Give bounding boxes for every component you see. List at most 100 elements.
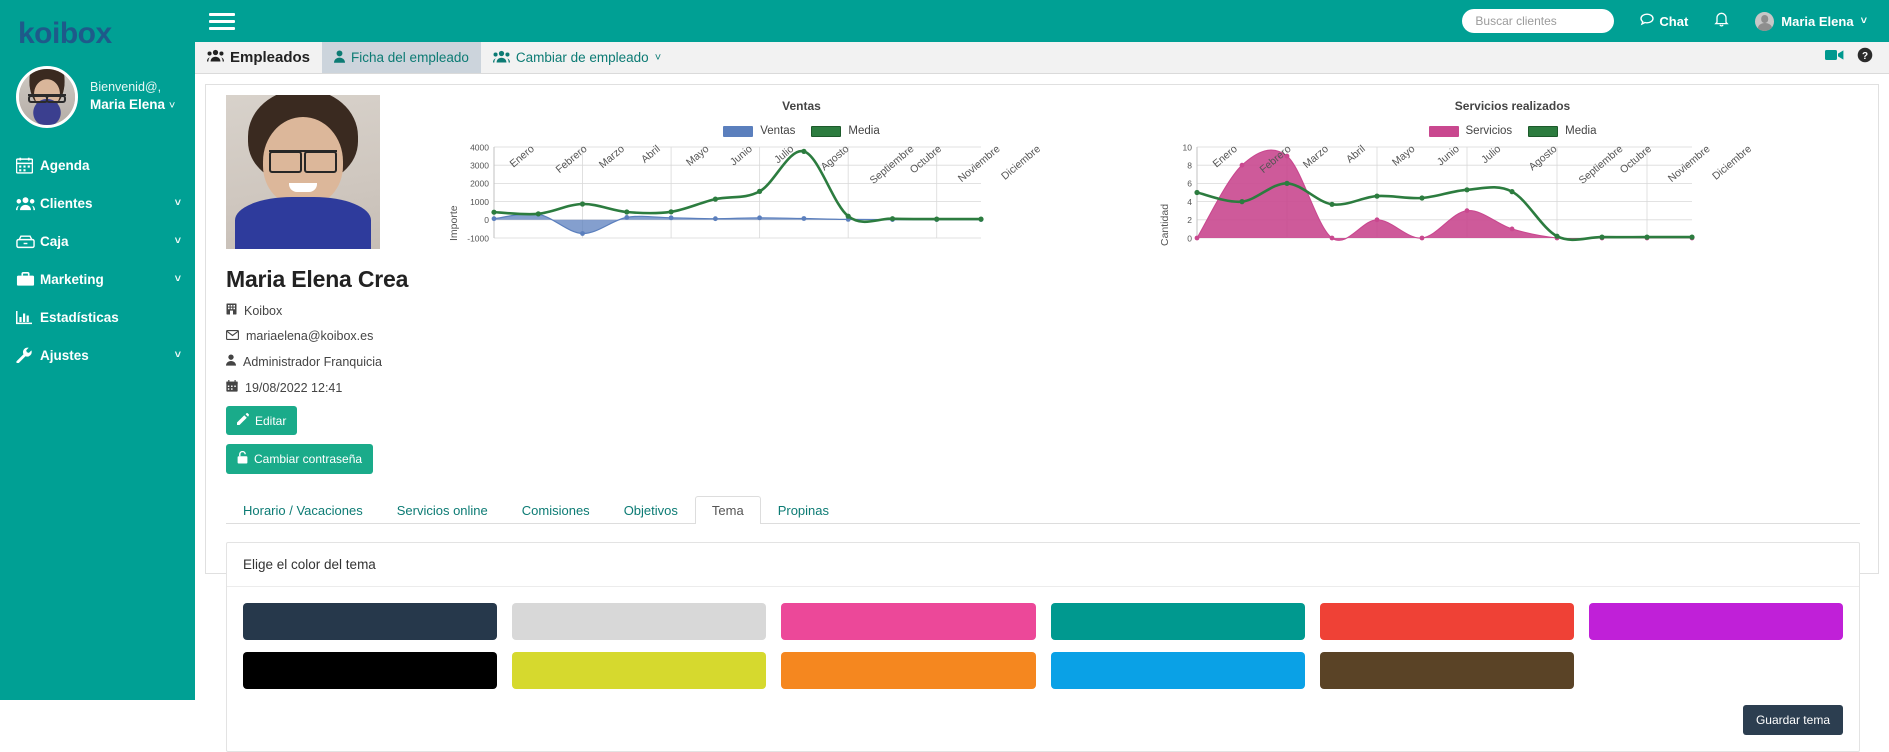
sidebar-item-caja[interactable]: Caja ˅ — [0, 222, 195, 260]
bell-icon[interactable] — [1714, 11, 1729, 32]
main-panel: Maria Elena Crea Koibox mariaelena@koibo… — [205, 84, 1879, 752]
svg-text:1000: 1000 — [470, 197, 489, 207]
sidebar-user-name[interactable]: Maria Elena ˅ — [90, 96, 175, 114]
profile-email: mariaelena@koibox.es — [246, 329, 374, 343]
change-password-button[interactable]: Cambiar contraseña — [226, 444, 374, 474]
sidebar-item-label: Caja — [40, 233, 69, 249]
module-bar-right: ? — [1825, 42, 1889, 73]
x-axis-tick-label: Julio — [1479, 143, 1504, 167]
chevron-down-icon: ˅ — [174, 349, 181, 361]
x-axis-tick-label: Febrero — [1257, 143, 1294, 176]
x-axis-tick-label: Junio — [1434, 143, 1462, 169]
tab-objetivos[interactable]: Objetivos — [607, 496, 695, 524]
theme-swatch[interactable] — [243, 603, 498, 640]
modtab-ficha-del-empleado[interactable]: Ficha del empleado — [322, 42, 481, 73]
x-axis-labels: Enero Febrero Marzo Abril Mayo Junio Julio Agos… — [446, 141, 1157, 196]
welcome-text: Bienvenid@, — [90, 80, 162, 95]
brand-logo[interactable]: koibox — [0, 0, 195, 56]
charts-area: Ventas Ventas Media Importe -1000 0 1000… — [446, 95, 1878, 474]
theme-swatch[interactable] — [1588, 603, 1843, 640]
user-menu-label: Maria Elena — [1781, 13, 1854, 29]
x-axis-tick-label: Marzo — [1300, 143, 1331, 171]
save-theme-button[interactable]: Guardar tema — [1742, 705, 1843, 735]
x-axis-tick-label: Abril — [1343, 143, 1368, 166]
edit-button[interactable]: Editar — [226, 406, 298, 435]
x-axis-tick-label: Agosto — [818, 143, 852, 174]
modtab-empleados[interactable]: Empleados — [195, 42, 322, 73]
chart-plot: Importe -1000 0 1000 2000 3000 4000 Enero Febr… — [446, 141, 1157, 246]
x-axis-tick-label: Agosto — [1526, 143, 1560, 174]
legend-item[interactable]: Media — [811, 125, 880, 137]
modtab-label: Empleados — [230, 49, 311, 66]
chart-legend: Ventas Media — [446, 125, 1157, 137]
theme-swatches — [227, 587, 1859, 705]
legend-item[interactable]: Servicios — [1428, 125, 1512, 137]
search-input[interactable] — [1462, 9, 1615, 33]
x-axis-tick-label: Diciembre — [1710, 143, 1754, 183]
svg-text:-1000: -1000 — [467, 233, 489, 243]
avatar — [1755, 11, 1775, 31]
theme-swatch[interactable] — [781, 603, 1036, 640]
profile-role-row: Administrador Franquicia — [226, 354, 446, 369]
y-axis-label: Importe — [448, 205, 460, 241]
tab-comisiones[interactable]: Comisiones — [505, 496, 607, 524]
lock-icon — [237, 450, 248, 467]
theme-swatch[interactable] — [1050, 652, 1305, 689]
theme-swatch[interactable] — [1050, 603, 1305, 640]
modtab-cambiar-de-empleado[interactable]: Cambiar de empleado ˅ — [481, 42, 673, 73]
user-icon — [334, 49, 346, 66]
sidebar-item-marketing[interactable]: Marketing ˅ — [0, 260, 195, 298]
hamburger-icon[interactable] — [209, 9, 235, 34]
x-axis-tick-label: Noviembre — [1665, 143, 1713, 185]
sidebar-item-estadisticas[interactable]: Estadísticas — [0, 298, 195, 336]
legend-item[interactable]: Media — [1528, 125, 1596, 137]
tab-servicios-online[interactable]: Servicios online — [380, 496, 505, 524]
user-menu[interactable]: Maria Elena ˅ — [1755, 11, 1867, 31]
x-axis-tick-label: Abril — [638, 143, 663, 166]
theme-heading: Elige el color del tema — [227, 543, 1859, 587]
theme-swatch[interactable] — [781, 652, 1036, 689]
chat-label: Chat — [1659, 13, 1689, 29]
sidebar-item-agenda[interactable]: Agenda — [0, 146, 195, 184]
help-circle-icon[interactable]: ? — [1857, 47, 1873, 68]
tab-tema[interactable]: Tema — [694, 496, 761, 524]
legend-item[interactable]: Ventas — [723, 125, 795, 137]
sidebar-item-label: Ajustes — [40, 347, 89, 363]
legend-swatch — [1528, 125, 1559, 137]
cash-drawer-icon — [16, 234, 40, 249]
chart-title: Ventas — [782, 99, 821, 113]
theme-swatch[interactable] — [512, 603, 767, 640]
envelope-icon — [226, 329, 239, 343]
app-root: koibox Bienvenid@, Maria Elena ˅ Agenda — [0, 0, 1889, 752]
profile-company: Koibox — [244, 303, 283, 318]
theme-swatch[interactable] — [512, 652, 767, 689]
x-axis-tick-label: Mayo — [1390, 143, 1418, 169]
change-password-label: Cambiar contraseña — [254, 452, 363, 466]
sidebar-user-block[interactable]: Bienvenid@, Maria Elena ˅ — [0, 56, 195, 146]
sidebar-item-ajustes[interactable]: Ajustes ˅ — [0, 336, 195, 374]
theme-card: Elige el color del tema Guardar tema — [226, 542, 1860, 752]
chat-button[interactable]: Chat — [1640, 13, 1688, 29]
chart-servicios: Servicios realizados Servicios Media Can… — [1157, 95, 1868, 474]
page-title: Maria Elena Crea — [226, 266, 409, 292]
sidebar-item-clientes[interactable]: Clientes ˅ — [0, 184, 195, 222]
theme-swatch[interactable] — [1319, 603, 1574, 640]
modtab-label: Cambiar de empleado — [515, 50, 649, 65]
tab-propinas[interactable]: Propinas — [761, 496, 846, 524]
theme-swatch[interactable] — [243, 652, 498, 689]
tab-horario-vacaciones[interactable]: Horario / Vacaciones — [226, 496, 380, 524]
svg-text:0: 0 — [484, 215, 489, 225]
svg-text:koibox: koibox — [18, 17, 112, 50]
theme-swatch[interactable] — [1319, 652, 1574, 689]
x-axis-tick-label: Enero — [1210, 143, 1240, 171]
briefcase-icon — [16, 271, 40, 287]
x-axis-tick-label: Mayo — [684, 143, 712, 169]
chevron-down-icon: ˅ — [654, 51, 662, 64]
calendar-icon — [16, 157, 40, 174]
svg-text:0: 0 — [1187, 233, 1192, 243]
profile-last-login: 19/08/2022 12:41 — [245, 380, 343, 395]
sidebar-item-label: Estadísticas — [40, 309, 119, 325]
profile-role: Administrador Franquicia — [243, 354, 382, 369]
video-camera-icon[interactable] — [1825, 48, 1844, 67]
x-axis-tick-label: Junio — [728, 143, 756, 169]
